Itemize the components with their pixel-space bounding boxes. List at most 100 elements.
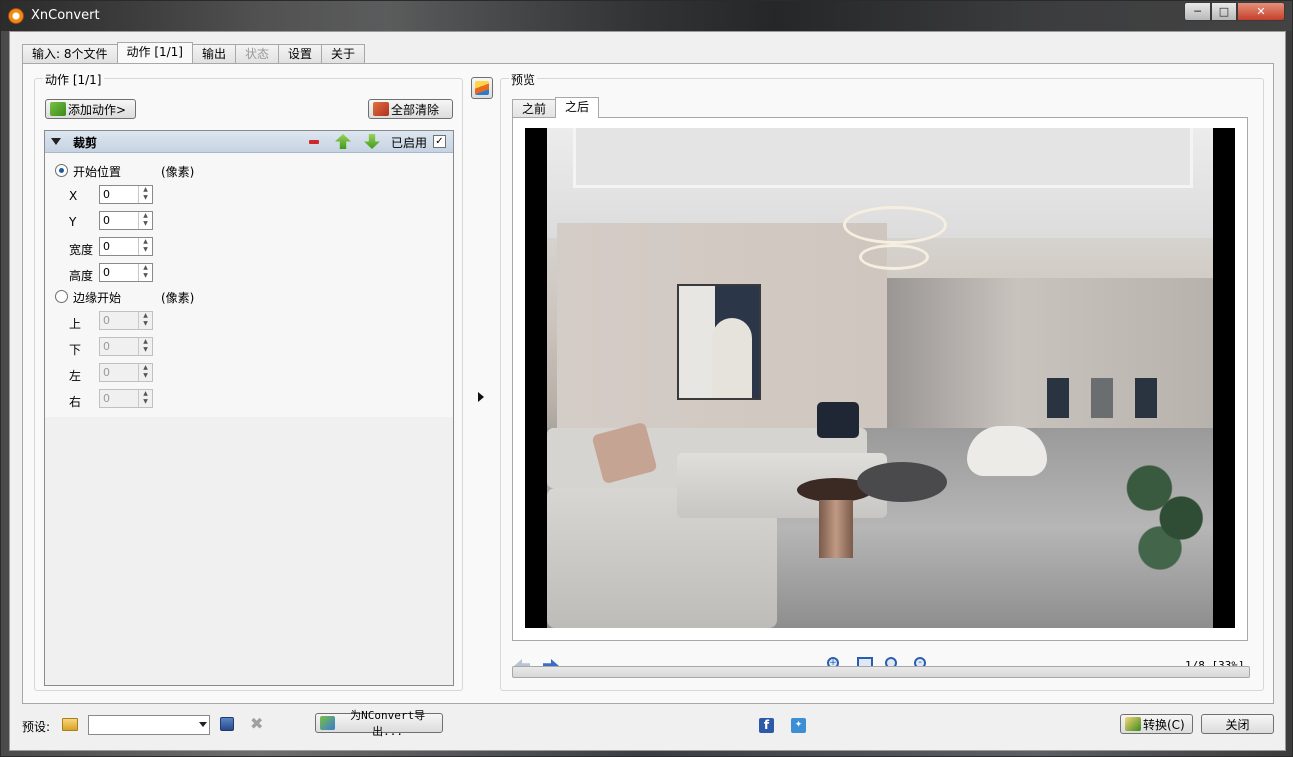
preview-image[interactable] <box>525 128 1235 628</box>
convert-label: 转换(C) <box>1143 717 1185 732</box>
action-list: 裁剪 已启用 ✓ 开始位置 (像素) X 0 ▲ ▼ Y 0 ▲ ▼ 宽度 0 … <box>44 130 454 686</box>
down-arrow-icon[interactable]: ▼ <box>139 246 152 254</box>
actions-group-label: 动作 [1/1] <box>43 71 104 88</box>
preset-select[interactable] <box>88 715 210 735</box>
tab-status[interactable]: 状态 <box>235 44 280 63</box>
plant-right <box>1107 428 1213 578</box>
delete-icon[interactable]: ✖ <box>250 714 263 733</box>
right-value: 0 <box>103 392 110 405</box>
enabled-checkbox[interactable]: ✓ <box>433 135 446 148</box>
close-button[interactable]: 关闭 <box>1201 714 1274 734</box>
maximize-button[interactable]: □ <box>1211 2 1237 21</box>
glass-table <box>857 462 947 502</box>
down-arrow-icon[interactable]: ▼ <box>139 346 152 354</box>
actions-group: 动作 [1/1] 添加动作> 全部清除 裁剪 已启用 ✓ 开始位置 (像素) X… <box>34 71 463 691</box>
down-arrow-icon[interactable]: ▼ <box>139 220 152 228</box>
up-arrow-icon[interactable]: ▲ <box>139 390 152 398</box>
maximize-icon: □ <box>1218 5 1230 18</box>
width-stepper-arrows[interactable]: ▲ ▼ <box>138 238 152 255</box>
right-stepper[interactable]: 0 ▲ ▼ <box>99 389 153 408</box>
bottom-stepper-arrows[interactable]: ▲ ▼ <box>138 338 152 355</box>
add-action-button[interactable]: 添加动作> <box>45 99 136 119</box>
up-arrow-icon[interactable]: ▲ <box>139 212 152 220</box>
field-label-width: 宽度 <box>69 243 94 257</box>
top-stepper[interactable]: 0 ▲ ▼ <box>99 311 153 330</box>
tab-settings[interactable]: 设置 <box>278 44 323 63</box>
up-arrow-icon[interactable]: ▲ <box>139 338 152 346</box>
down-arrow-icon[interactable]: ▼ <box>139 372 152 380</box>
bottom-bar: 预设: ✖ 为NConvert导出... f ✦ 转换(C) 关闭 <box>10 704 1285 752</box>
export-nconvert-button[interactable]: 为NConvert导出... <box>315 709 443 738</box>
field-label-top: 上 <box>69 317 82 331</box>
width-stepper[interactable]: 0 ▲ ▼ <box>99 237 153 256</box>
tab-output[interactable]: 输出 <box>192 44 237 63</box>
start-position-radio[interactable] <box>55 164 68 177</box>
close-window-button[interactable]: ✕ <box>1237 2 1285 21</box>
convert-button[interactable]: 转换(C) <box>1120 714 1193 734</box>
close-icon: ✕ <box>1256 5 1266 18</box>
y-stepper[interactable]: 0 ▲ ▼ <box>99 211 153 230</box>
add-action-label: 添加动作> <box>68 102 127 117</box>
title-bar[interactable]: XnConvert ─ □ ✕ <box>1 1 1292 31</box>
client-area: 输入: 8个文件 动作 [1/1] 输出 状态 设置 关于 动作 [1/1] 添… <box>9 31 1286 751</box>
action-title: 裁剪 <box>73 136 98 150</box>
action-crop-header[interactable]: 裁剪 已启用 ✓ <box>45 131 453 153</box>
collapse-triangle-icon[interactable] <box>51 138 61 145</box>
xnconvert-logo-icon <box>8 8 24 24</box>
twitter-icon[interactable]: ✦ <box>791 718 806 733</box>
up-arrow-icon[interactable]: ▲ <box>139 312 152 320</box>
x-stepper[interactable]: 0 ▲ ▼ <box>99 185 153 204</box>
clear-all-button[interactable]: 全部清除 <box>368 99 453 119</box>
dining-chairs <box>1047 378 1157 418</box>
preview-group-label: 预览 <box>509 71 538 88</box>
tab-input[interactable]: 输入: 8个文件 <box>22 44 118 63</box>
field-label-right: 右 <box>69 395 82 409</box>
living-room-photo <box>547 128 1213 628</box>
enabled-label: 已启用 <box>391 136 428 150</box>
x-stepper-arrows[interactable]: ▲ ▼ <box>138 186 152 203</box>
field-label-bottom: 下 <box>69 343 82 357</box>
up-arrow-icon[interactable]: ▲ <box>139 238 152 246</box>
chandelier <box>843 206 947 244</box>
left-stepper-arrows[interactable]: ▲ ▼ <box>138 364 152 381</box>
y-stepper-arrows[interactable]: ▲ ▼ <box>138 212 152 229</box>
height-stepper[interactable]: 0 ▲ ▼ <box>99 263 153 282</box>
tab-after[interactable]: 之后 <box>555 97 600 118</box>
remove-action-icon[interactable] <box>309 140 319 144</box>
height-stepper-arrows[interactable]: ▲ ▼ <box>138 264 152 281</box>
move-up-icon[interactable] <box>335 134 351 149</box>
field-label-y: Y <box>69 215 77 229</box>
minimize-button[interactable]: ─ <box>1184 2 1211 21</box>
down-arrow-icon[interactable]: ▼ <box>139 398 152 406</box>
preview-toggle-button[interactable] <box>471 77 493 99</box>
bottom-stepper[interactable]: 0 ▲ ▼ <box>99 337 153 356</box>
preview-frame <box>512 117 1248 641</box>
up-arrow-icon[interactable]: ▲ <box>139 364 152 372</box>
tab-before[interactable]: 之前 <box>512 99 557 118</box>
down-arrow-icon[interactable]: ▼ <box>139 194 152 202</box>
save-icon[interactable] <box>220 717 234 731</box>
edge-unit-label: (像素) <box>161 291 195 305</box>
top-value: 0 <box>103 314 110 327</box>
facebook-icon[interactable]: f <box>759 718 774 733</box>
export-label: 为NConvert导出... <box>350 709 426 738</box>
field-label-left: 左 <box>69 369 82 383</box>
tab-about[interactable]: 关于 <box>321 44 366 63</box>
ceiling-recess <box>573 128 1193 188</box>
right-stepper-arrows[interactable]: ▲ ▼ <box>138 390 152 407</box>
start-unit-label: (像素) <box>161 165 195 179</box>
top-stepper-arrows[interactable]: ▲ ▼ <box>138 312 152 329</box>
open-folder-icon[interactable] <box>62 718 78 731</box>
clear-icon <box>373 102 389 116</box>
add-icon <box>50 102 66 116</box>
up-arrow-icon[interactable]: ▲ <box>139 186 152 194</box>
down-arrow-icon[interactable]: ▼ <box>139 272 152 280</box>
expand-panel-arrow-icon[interactable] <box>478 392 484 402</box>
tab-actions[interactable]: 动作 [1/1] <box>116 42 193 63</box>
left-stepper[interactable]: 0 ▲ ▼ <box>99 363 153 382</box>
preview-tabs: 之前 之后 <box>512 97 600 118</box>
up-arrow-icon[interactable]: ▲ <box>139 264 152 272</box>
move-down-icon[interactable] <box>364 134 380 149</box>
down-arrow-icon[interactable]: ▼ <box>139 320 152 328</box>
edge-start-radio[interactable] <box>55 290 68 303</box>
